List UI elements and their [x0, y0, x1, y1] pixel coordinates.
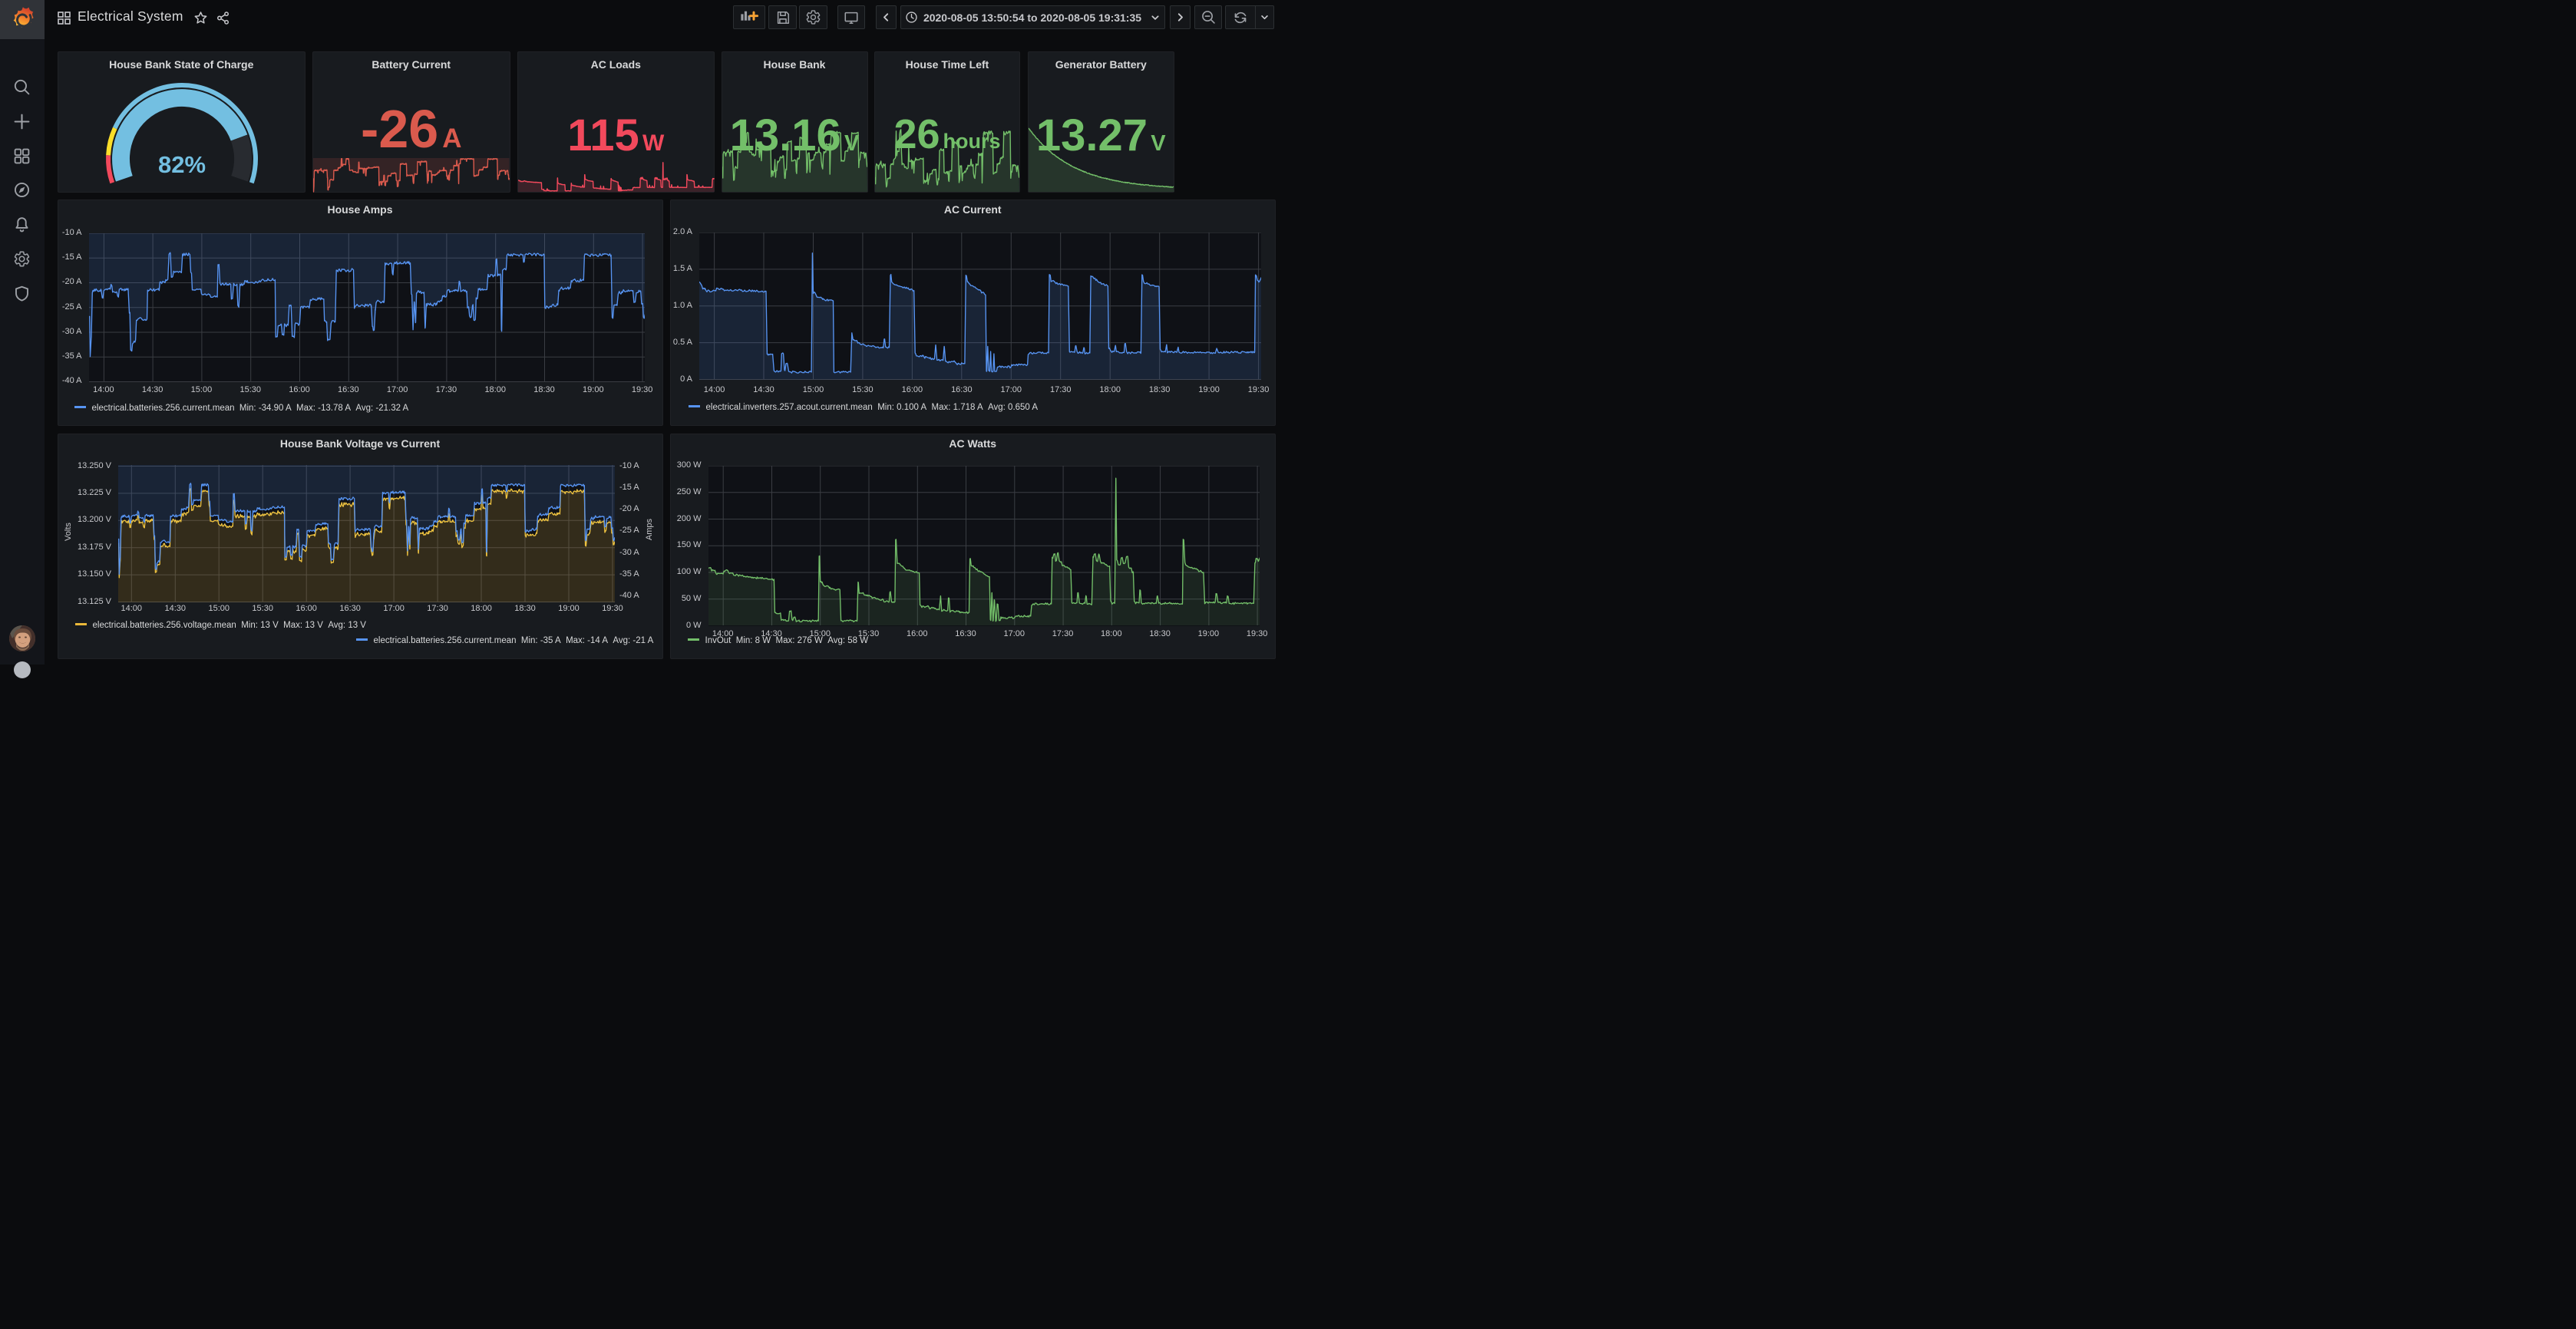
svg-text:82%: 82% [157, 151, 205, 178]
